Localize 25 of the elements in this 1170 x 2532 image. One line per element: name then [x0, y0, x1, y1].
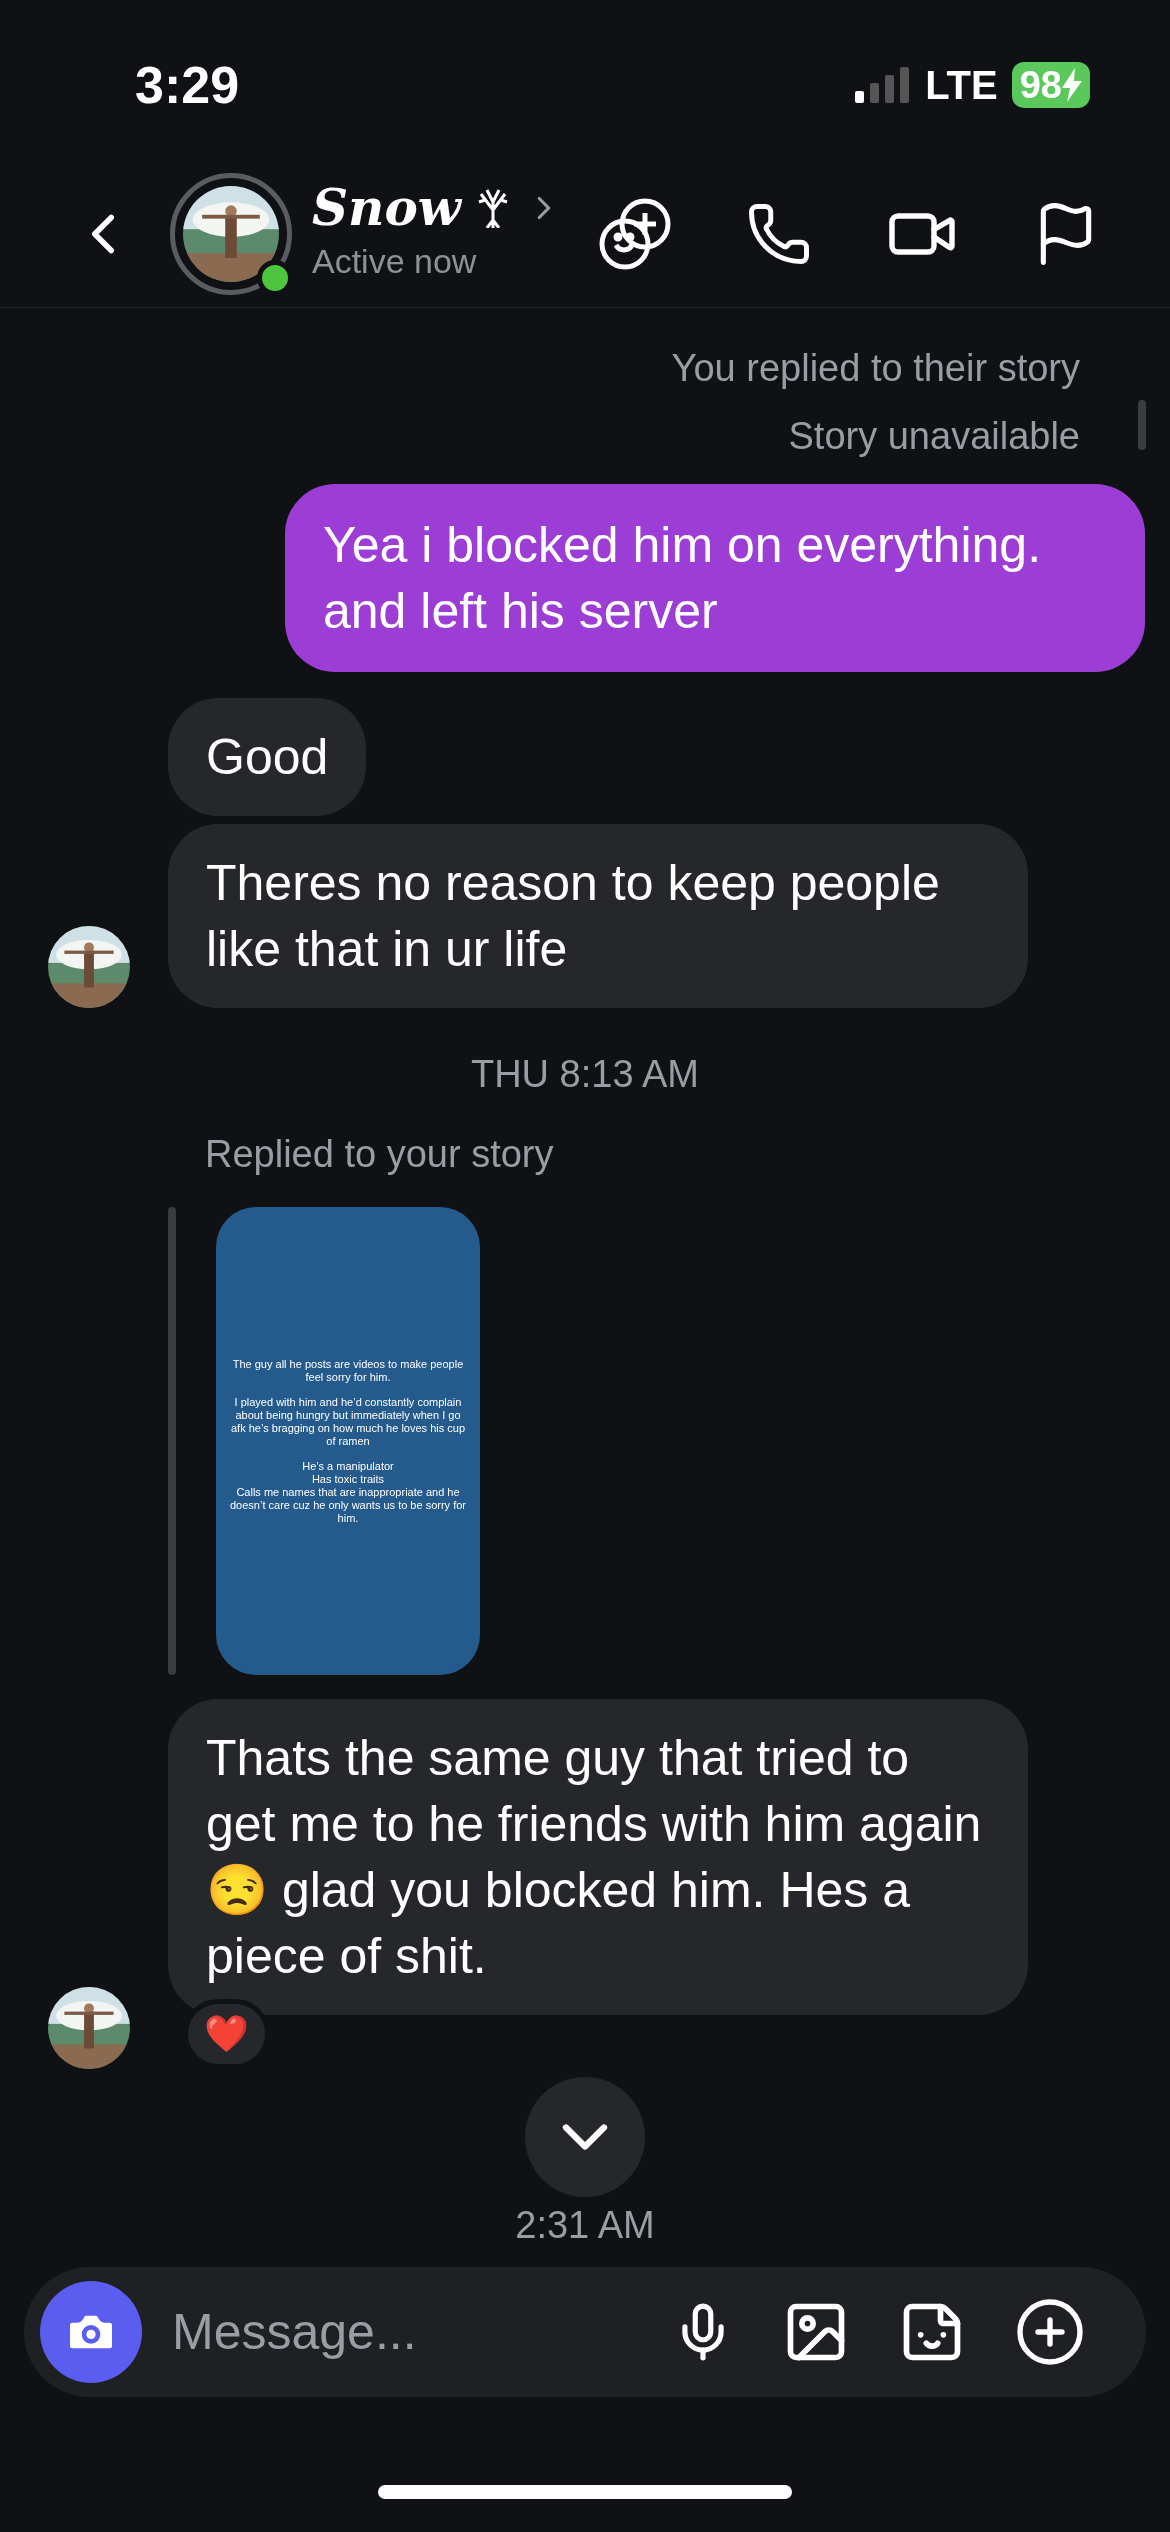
- message-bubble: Thats the same guy that tried to get me to he friends with him again 😒 glad you blocked him. Hes a piece of shit.: [168, 1699, 1028, 2015]
- message-bubble: Yea i blocked him on everything. and left his server: [285, 484, 1145, 672]
- add-icon[interactable]: [1014, 2296, 1086, 2368]
- contact-name[interactable]: Snow: [312, 180, 461, 236]
- story-text: The guy all he posts are videos to make people feel sorry for him.: [231, 1357, 465, 1384]
- message-bubble: Good: [168, 698, 367, 816]
- scrollbar: [1138, 400, 1146, 450]
- add-effect-icon[interactable]: [598, 196, 672, 271]
- signal-icon: [855, 67, 912, 103]
- timestamp: THU 8:13 AM: [470, 1051, 700, 1097]
- reply-label: Replied to your story: [205, 1132, 555, 1177]
- message-input[interactable]: Message...: [172, 2294, 672, 2370]
- story-text: He’s a manipulator Has toxic traits Calls me names that are inappropriate and he doesn’t care cuz he only wants us to be sorry for him.: [229, 1459, 467, 1525]
- story-preview[interactable]: [216, 1207, 480, 1675]
- battery-indicator: 98: [1011, 62, 1090, 108]
- contact-status: Active now: [312, 241, 478, 282]
- message-bubble: Theres no reason to keep people like that in ur life: [168, 824, 1028, 1008]
- story-text: I played with him and he’d constantly complain about being hungry but immediately when I go afk he’s bragging on how much he loves his cup of ramen: [230, 1395, 466, 1448]
- story-note: Story unavailable: [788, 413, 1080, 459]
- message-field[interactable]: Message...: [24, 2267, 1146, 2397]
- timestamp: 2:31 AM: [515, 2203, 655, 2248]
- story-note: You replied to their story: [671, 345, 1080, 391]
- profile-ring[interactable]: [170, 172, 292, 295]
- network-label: LTE: [925, 62, 998, 109]
- status-time: 3:29: [135, 55, 240, 116]
